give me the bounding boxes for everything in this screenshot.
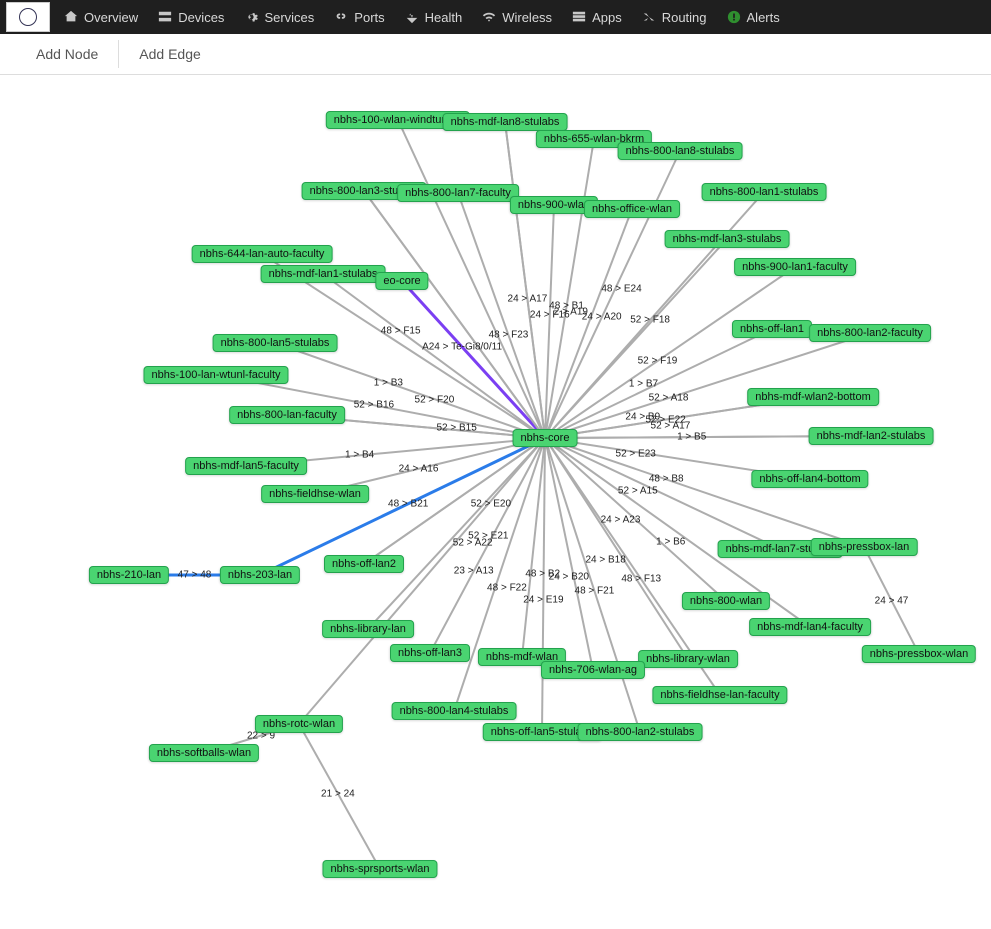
graph-node[interactable]: nbhs-800-lan-faculty xyxy=(229,406,345,424)
gear-icon xyxy=(244,10,258,24)
graph-edge[interactable] xyxy=(542,438,545,732)
graph-node[interactable]: nbhs-fieldhse-wlan xyxy=(261,485,369,503)
graph-node[interactable]: nbhs-mdf-lan8-stulabs xyxy=(443,113,568,131)
home-icon xyxy=(64,10,78,24)
graph-node[interactable]: nbhs-100-lan-wtunl-faculty xyxy=(143,366,288,384)
nav-routing[interactable]: Routing xyxy=(632,0,717,34)
graph-node[interactable]: nbhs-mdf-lan4-faculty xyxy=(749,618,871,636)
graph-node[interactable]: nbhs-off-lan3 xyxy=(390,644,470,662)
graph-node[interactable]: nbhs-off-lan2 xyxy=(324,555,404,573)
nav-wireless[interactable]: Wireless xyxy=(472,0,562,34)
graph-node[interactable]: nbhs-mdf-lan3-stulabs xyxy=(665,230,790,248)
nav-label: Health xyxy=(425,10,463,25)
graph-node[interactable]: nbhs-800-lan8-stulabs xyxy=(618,142,743,160)
graph-edge[interactable] xyxy=(364,438,545,564)
add-edge-button[interactable]: Add Edge xyxy=(119,40,221,68)
graph-edge[interactable] xyxy=(545,209,632,438)
graph-node[interactable]: nbhs-softballs-wlan xyxy=(149,744,259,762)
graph-node[interactable]: nbhs-sprsports-wlan xyxy=(322,860,437,878)
graph-edge[interactable] xyxy=(545,151,680,438)
graph-node[interactable]: nbhs-office-wlan xyxy=(584,200,680,218)
graph-node[interactable]: nbhs-off-lan4-bottom xyxy=(751,470,868,488)
nav-label: Wireless xyxy=(502,10,552,25)
nav-ports[interactable]: Ports xyxy=(324,0,394,34)
graph-node[interactable]: nbhs-off-lan1 xyxy=(732,320,812,338)
grid-icon xyxy=(572,10,586,24)
graph-edge[interactable] xyxy=(368,438,545,629)
nav-alerts[interactable]: Alerts xyxy=(717,0,790,34)
graph-edge[interactable] xyxy=(545,438,864,547)
graph-node[interactable]: nbhs-800-lan4-stulabs xyxy=(392,702,517,720)
graph-node[interactable]: nbhs-library-lan xyxy=(322,620,414,638)
graph-edge[interactable] xyxy=(430,438,545,653)
add-node-button[interactable]: Add Node xyxy=(16,40,118,68)
nav-label: Services xyxy=(264,10,314,25)
graph-toolbar: Add Node Add Edge xyxy=(0,34,991,75)
nav-label: Routing xyxy=(662,10,707,25)
nav-label: Ports xyxy=(354,10,384,25)
wifi-icon xyxy=(482,10,496,24)
graph-edge[interactable] xyxy=(299,724,380,869)
nav-apps[interactable]: Apps xyxy=(562,0,632,34)
graph-node[interactable]: nbhs-706-wlan-ag xyxy=(541,661,645,679)
graph-node[interactable]: nbhs-900-lan1-faculty xyxy=(734,258,856,276)
nav-label: Apps xyxy=(592,10,622,25)
graph-node[interactable]: nbhs-pressbox-lan xyxy=(811,538,918,556)
graph-node[interactable]: nbhs-800-lan7-faculty xyxy=(397,184,519,202)
graph-edge[interactable] xyxy=(458,193,545,438)
shuffle-icon xyxy=(642,10,656,24)
graph-node[interactable]: nbhs-203-lan xyxy=(220,566,300,584)
graph-node[interactable]: nbhs-library-wlan xyxy=(638,650,738,668)
graph-edges-layer xyxy=(0,75,991,929)
app-logo[interactable] xyxy=(6,2,50,32)
graph-node[interactable]: nbhs-800-lan2-faculty xyxy=(809,324,931,342)
graph-edge[interactable] xyxy=(323,274,545,438)
alert-icon xyxy=(727,10,741,24)
graph-node[interactable]: nbhs-mdf-lan2-stulabs xyxy=(809,427,934,445)
graph-edge[interactable] xyxy=(299,438,545,724)
nav-health[interactable]: Health xyxy=(395,0,473,34)
graph-node[interactable]: eo-core xyxy=(375,272,428,290)
graph-node[interactable]: nbhs-mdf-wlan2-bottom xyxy=(747,388,879,406)
graph-node[interactable]: nbhs-800-lan5-stulabs xyxy=(213,334,338,352)
graph-edge[interactable] xyxy=(545,438,810,627)
graph-node[interactable]: nbhs-fieldhse-lan-faculty xyxy=(652,686,787,704)
graph-edge[interactable] xyxy=(864,547,919,654)
nav-label: Alerts xyxy=(747,10,780,25)
graph-node[interactable]: nbhs-800-lan2-stulabs xyxy=(578,723,703,741)
network-graph[interactable]: 24 > A1748 > B124 > A2052 > F1848 > F232… xyxy=(0,75,991,929)
graph-node[interactable]: nbhs-rotc-wlan xyxy=(255,715,343,733)
nav-services[interactable]: Services xyxy=(234,0,324,34)
nav-devices[interactable]: Devices xyxy=(148,0,234,34)
graph-edge[interactable] xyxy=(545,205,554,438)
top-navbar: Overview Devices Services Ports Health Wirele… xyxy=(0,0,991,34)
graph-node[interactable]: nbhs-800-wlan xyxy=(682,592,770,610)
graph-node[interactable]: nbhs-644-lan-auto-faculty xyxy=(192,245,333,263)
graph-edge[interactable] xyxy=(545,267,795,438)
graph-node[interactable]: nbhs-800-lan1-stulabs xyxy=(702,183,827,201)
graph-node[interactable]: nbhs-pressbox-wlan xyxy=(862,645,976,663)
nav-label: Devices xyxy=(178,10,224,25)
graph-node[interactable]: nbhs-210-lan xyxy=(89,566,169,584)
heart-icon xyxy=(405,10,419,24)
graph-node[interactable]: nbhs-mdf-lan5-faculty xyxy=(185,457,307,475)
graph-node[interactable]: nbhs-mdf-lan1-stulabs xyxy=(261,265,386,283)
link-icon xyxy=(334,10,348,24)
graph-edge[interactable] xyxy=(545,329,772,438)
nav-overview[interactable]: Overview xyxy=(54,0,148,34)
nav-label: Overview xyxy=(84,10,138,25)
server-icon xyxy=(158,10,172,24)
graph-node-center[interactable]: nbhs-core xyxy=(513,429,578,447)
